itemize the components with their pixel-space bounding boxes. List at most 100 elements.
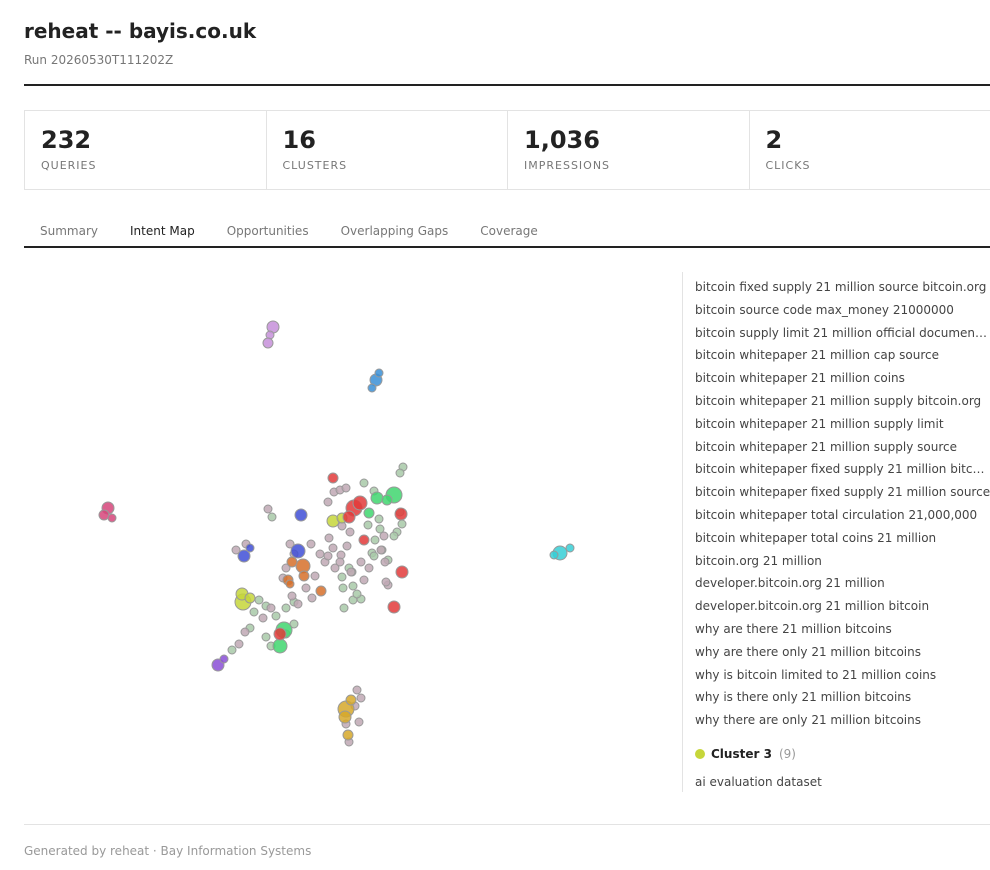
query-item: why is bitcoin limited to 21 million coi…: [695, 667, 937, 682]
map-point[interactable]: [272, 638, 288, 654]
map-point[interactable]: [339, 603, 349, 613]
map-point[interactable]: [324, 533, 334, 543]
stat-impressions: 1,036 IMPRESSIONS: [508, 111, 750, 189]
tab-overlapping-gaps[interactable]: Overlapping Gaps: [325, 218, 465, 246]
map-point[interactable]: [262, 337, 274, 349]
map-point[interactable]: [245, 543, 255, 553]
map-point[interactable]: [323, 497, 333, 507]
query-item: why are there 21 million bitcoins: [695, 621, 892, 636]
map-point[interactable]: [219, 654, 229, 664]
map-point[interactable]: [244, 592, 256, 604]
map-point[interactable]: [394, 507, 408, 521]
map-point[interactable]: [367, 383, 377, 393]
map-point[interactable]: [315, 585, 327, 597]
map-point[interactable]: [352, 589, 362, 599]
map-point[interactable]: [370, 491, 384, 505]
map-point[interactable]: [267, 512, 277, 522]
query-item: bitcoin whitepaper 21 million cap source: [695, 348, 940, 363]
map-point[interactable]: [341, 483, 351, 493]
map-point[interactable]: [240, 627, 250, 637]
map-point[interactable]: [565, 543, 575, 553]
map-point[interactable]: [286, 556, 298, 568]
map-point[interactable]: [281, 603, 291, 613]
map-point[interactable]: [307, 593, 317, 603]
map-point[interactable]: [352, 685, 362, 695]
map-point[interactable]: [389, 531, 399, 541]
map-point[interactable]: [381, 577, 391, 587]
map-point[interactable]: [549, 550, 559, 560]
map-point[interactable]: [345, 527, 355, 537]
cluster-header[interactable]: Cluster 3 (9): [695, 746, 990, 762]
map-point[interactable]: [328, 543, 338, 553]
map-point[interactable]: [395, 565, 409, 579]
map-point[interactable]: [234, 639, 244, 649]
map-point[interactable]: [298, 570, 310, 582]
map-point[interactable]: [107, 513, 117, 523]
query-item: developer.bitcoin.org 21 million: [695, 576, 885, 591]
map-point[interactable]: [338, 710, 352, 724]
tab-coverage[interactable]: Coverage: [464, 218, 554, 246]
map-point[interactable]: [380, 557, 390, 567]
map-point[interactable]: [337, 572, 347, 582]
stat-label: QUERIES: [41, 159, 97, 172]
stat-value: 2: [765, 126, 783, 154]
map-point[interactable]: [310, 571, 320, 581]
map-point[interactable]: [342, 541, 352, 551]
map-point[interactable]: [369, 551, 379, 561]
run-id: Run 20260530T111202Z: [24, 53, 174, 67]
map-point[interactable]: [359, 575, 369, 585]
map-point[interactable]: [370, 535, 380, 545]
map-point[interactable]: [98, 509, 110, 521]
map-point[interactable]: [294, 508, 308, 522]
map-point[interactable]: [364, 563, 374, 573]
map-point[interactable]: [261, 632, 271, 642]
intent-map[interactable]: [24, 272, 674, 792]
map-point[interactable]: [258, 613, 268, 623]
map-point[interactable]: [327, 472, 339, 484]
map-point[interactable]: [335, 557, 345, 567]
map-point[interactable]: [387, 600, 401, 614]
map-point[interactable]: [287, 591, 297, 601]
map-point[interactable]: [338, 583, 348, 593]
map-point[interactable]: [342, 729, 354, 741]
map-point[interactable]: [273, 627, 287, 641]
map-point[interactable]: [348, 581, 358, 591]
tab-summary[interactable]: Summary: [24, 218, 114, 246]
map-point[interactable]: [397, 519, 407, 529]
map-point[interactable]: [227, 645, 237, 655]
map-point[interactable]: [290, 543, 306, 559]
map-point[interactable]: [285, 579, 295, 589]
map-point[interactable]: [346, 567, 356, 577]
map-point[interactable]: [358, 534, 370, 546]
map-point[interactable]: [293, 599, 303, 609]
map-point[interactable]: [315, 549, 325, 559]
map-point[interactable]: [359, 478, 369, 488]
map-point[interactable]: [395, 468, 405, 478]
map-point[interactable]: [352, 495, 368, 511]
map-point[interactable]: [249, 607, 259, 617]
map-point[interactable]: [271, 611, 281, 621]
map-point[interactable]: [254, 595, 264, 605]
map-point[interactable]: [266, 603, 276, 613]
tab-opportunities[interactable]: Opportunities: [211, 218, 325, 246]
map-point[interactable]: [356, 693, 366, 703]
query-item: bitcoin whitepaper total circulation 21,…: [695, 507, 978, 522]
map-point[interactable]: [356, 557, 366, 567]
cluster-query: ai evaluation dataset: [695, 774, 822, 789]
map-point[interactable]: [374, 514, 384, 524]
map-point[interactable]: [363, 507, 375, 519]
map-point[interactable]: [342, 510, 356, 524]
map-point[interactable]: [323, 551, 333, 561]
map-point[interactable]: [345, 694, 357, 706]
map-point[interactable]: [363, 520, 373, 530]
map-point[interactable]: [381, 494, 393, 506]
map-point[interactable]: [374, 368, 384, 378]
map-point[interactable]: [376, 545, 386, 555]
map-point[interactable]: [306, 539, 316, 549]
map-point[interactable]: [263, 504, 273, 514]
map-point[interactable]: [301, 583, 311, 593]
map-point[interactable]: [354, 717, 364, 727]
tab-intent-map[interactable]: Intent Map: [114, 218, 211, 246]
intent-map-canvas[interactable]: [24, 272, 674, 792]
map-point[interactable]: [379, 531, 389, 541]
